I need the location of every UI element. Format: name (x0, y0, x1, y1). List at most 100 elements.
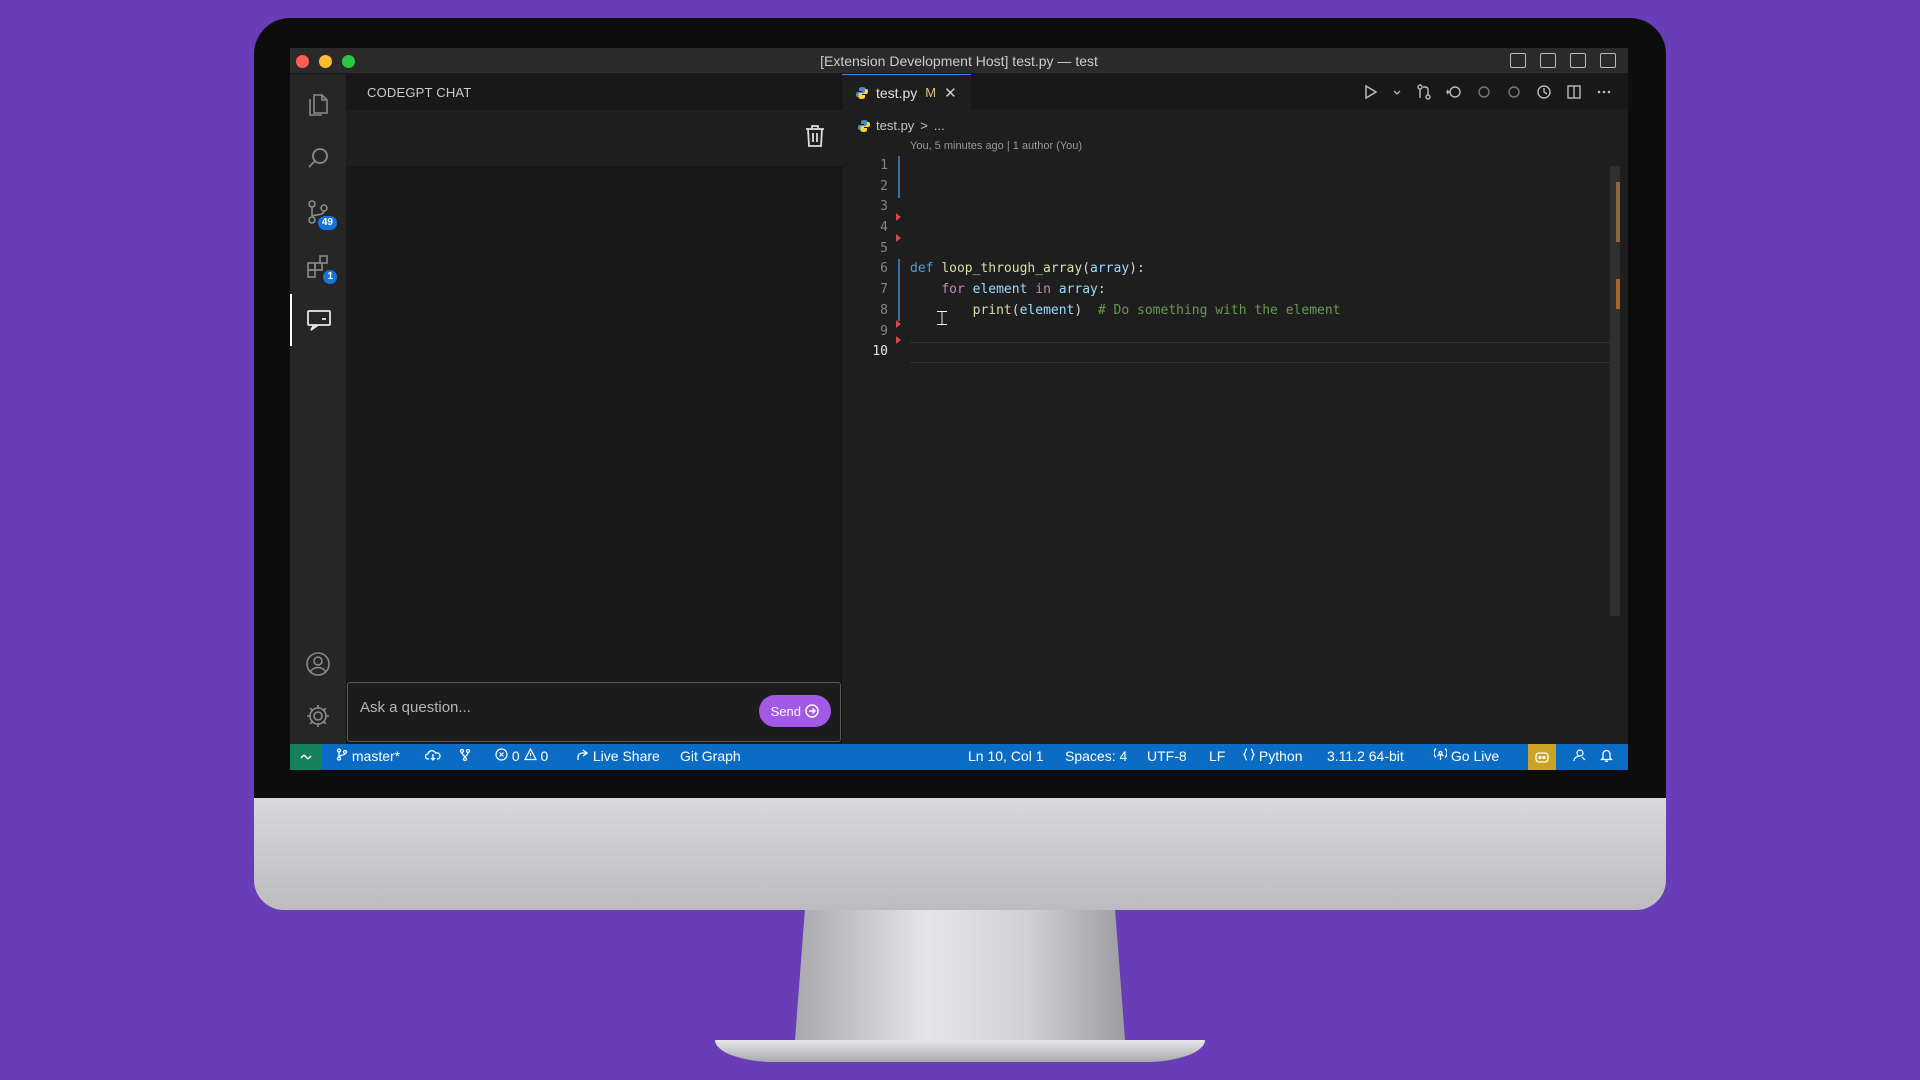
close-tab-icon[interactable]: ✕ (944, 84, 957, 102)
previous-change-icon[interactable] (1476, 84, 1492, 100)
panel-title: CODEGPT CHAT (367, 85, 472, 100)
codegpt-chat-button[interactable] (290, 294, 346, 346)
more-actions-icon[interactable] (1596, 84, 1612, 100)
chat-input-box: Send (347, 682, 841, 742)
token-keyword: in (1035, 282, 1051, 298)
encoding-status[interactable]: UTF-8 (1147, 748, 1187, 764)
copilot-icon (1535, 752, 1549, 763)
codegpt-chat-panel: CODEGPT CHAT Send (346, 74, 842, 744)
breadcrumb: test.py > ... (858, 118, 945, 133)
token-function: print (972, 302, 1012, 318)
manage-button[interactable] (290, 690, 346, 742)
git-graph-button[interactable]: Git Graph (680, 748, 741, 764)
token-punct: ): (1129, 261, 1145, 277)
customize-layout-icon[interactable] (1600, 53, 1616, 68)
go-live-label: Go Live (1450, 748, 1500, 764)
sync-button[interactable] (424, 748, 441, 764)
indentation-status[interactable]: Spaces: 4 (1065, 748, 1127, 764)
problems-status[interactable]: 0 0 (495, 747, 549, 764)
breadcrumb-separator: > (920, 118, 928, 133)
ask-question-input[interactable] (360, 699, 740, 716)
overview-ruler-marker (1616, 182, 1620, 242)
monitor-stand (795, 910, 1125, 1040)
next-change-icon[interactable] (1506, 84, 1522, 100)
tab-test-py[interactable]: test.py M ✕ (842, 74, 971, 110)
warning-count: 0 (540, 748, 549, 764)
code-line-current (910, 342, 1610, 363)
token-param: array (1090, 261, 1130, 277)
revert-icon[interactable] (1446, 84, 1462, 100)
token-punct: : (1097, 282, 1106, 298)
code-line: def loop_through_array(array): (910, 259, 1610, 280)
python-interpreter[interactable]: 3.11.2 64-bit (1327, 748, 1404, 764)
toggle-panel-icon[interactable] (1540, 53, 1556, 68)
monitor-base (715, 1040, 1205, 1062)
line-number: 6 (880, 261, 888, 277)
overview-ruler-marker (1616, 279, 1620, 309)
copilot-status[interactable] (1528, 744, 1556, 770)
line-number: 4 (880, 220, 888, 236)
feedback-button[interactable] (1572, 748, 1586, 765)
search-button[interactable] (290, 132, 346, 184)
line-number: 1 (880, 158, 888, 173)
source-control-button[interactable]: 49 (290, 186, 346, 238)
code-line: for element in array: (910, 280, 1610, 301)
token-comment: # Do something with the element (1097, 302, 1341, 318)
warning-icon (523, 747, 537, 761)
run-icon[interactable] (1364, 84, 1378, 100)
code-area[interactable]: def loop_through_array(array): for eleme… (910, 156, 1610, 363)
chat-icon (307, 310, 331, 331)
branch-status[interactable]: master* (336, 748, 400, 764)
language-label: Python (1258, 748, 1303, 764)
clear-chat-button[interactable] (804, 124, 826, 153)
window-title: [Extension Development Host] test.py — t… (820, 53, 1098, 69)
error-count: 0 (511, 748, 520, 764)
chat-toolbar (346, 110, 842, 166)
activity-bar: 49 1 (290, 74, 346, 744)
extensions-button[interactable]: 1 (290, 240, 346, 292)
live-share-button[interactable]: Live Share (575, 748, 660, 764)
git-graph-icon-button[interactable] (458, 748, 472, 765)
monitor-chin (254, 798, 1666, 910)
breadcrumb-file[interactable]: test.py (876, 118, 914, 133)
remote-indicator[interactable] (290, 744, 322, 770)
eol-status[interactable]: LF (1209, 748, 1225, 764)
diff-deleted-marker (896, 336, 901, 344)
chevron-down-icon[interactable] (1392, 84, 1402, 100)
send-label: Send (770, 703, 801, 719)
token-variable: element (972, 282, 1028, 298)
diff-deleted-marker (896, 234, 901, 242)
explorer-button[interactable] (290, 78, 346, 130)
line-number: 9 (880, 323, 888, 339)
toggle-secondary-sidebar-icon[interactable] (1570, 53, 1586, 68)
braces-icon (1243, 748, 1255, 761)
split-editor-icon[interactable] (1566, 84, 1582, 100)
python-file-icon (858, 119, 870, 132)
python-file-icon (856, 86, 868, 99)
notifications-button[interactable] (1599, 748, 1614, 765)
go-live-button[interactable]: Go Live (1433, 748, 1500, 764)
extensions-badge: 1 (323, 270, 337, 284)
accounts-button[interactable] (290, 638, 346, 690)
diff-deleted-marker (896, 213, 901, 221)
source-control-badge: 49 (317, 216, 337, 230)
open-changes-icon[interactable] (1416, 84, 1432, 100)
timeline-icon[interactable] (1536, 84, 1552, 100)
language-mode[interactable]: Python (1243, 748, 1302, 764)
feedback-icon (1573, 749, 1586, 762)
send-button[interactable]: Send (758, 695, 831, 727)
branch-icon (336, 748, 348, 761)
line-number: 2 (880, 178, 888, 194)
breadcrumb-more[interactable]: ... (934, 118, 945, 133)
token-variable: element (1019, 302, 1075, 318)
cursor-position[interactable]: Ln 10, Col 1 (968, 748, 1044, 764)
cloud-sync-icon (424, 750, 441, 761)
toggle-primary-sidebar-icon[interactable] (1510, 53, 1526, 68)
files-icon (309, 94, 328, 116)
trash-icon (806, 125, 824, 147)
editor-tabs: test.py M ✕ (842, 74, 1628, 110)
